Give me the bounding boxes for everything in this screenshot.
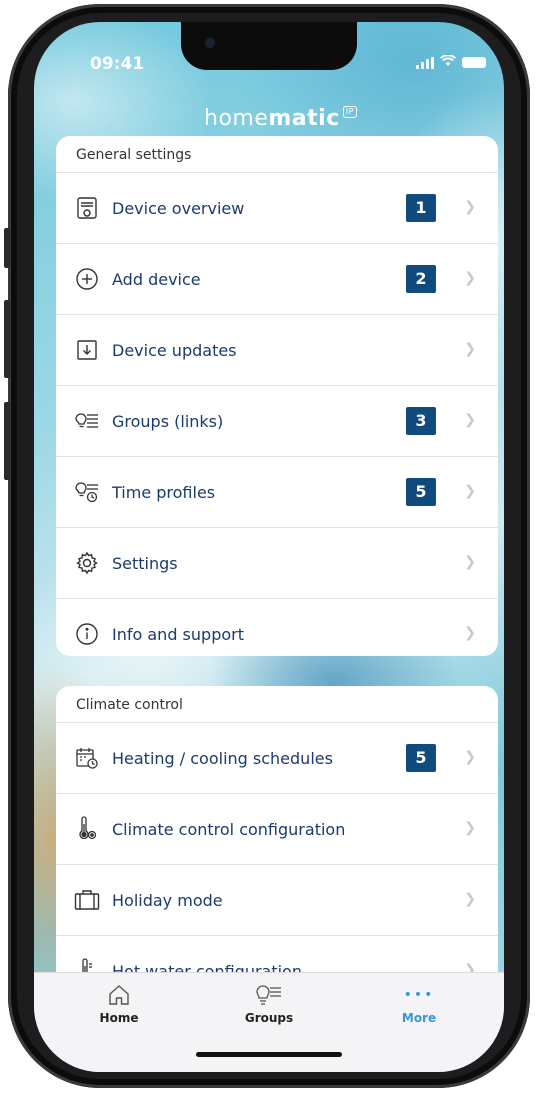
tab-label: Groups bbox=[244, 1011, 294, 1025]
notch bbox=[181, 22, 357, 70]
menu-item-label: Holiday mode bbox=[112, 890, 223, 910]
front-camera bbox=[205, 38, 215, 48]
tab-groups[interactable]: Groups bbox=[209, 981, 329, 1025]
more-dots-icon: ••• bbox=[403, 987, 435, 1003]
menu-item-label: Time profiles bbox=[112, 482, 216, 502]
chevron-right-icon: ❯ bbox=[464, 625, 476, 641]
bulb-list-icon bbox=[209, 981, 329, 1009]
download-box-icon bbox=[74, 337, 100, 363]
tab-more[interactable]: ••• More bbox=[359, 981, 479, 1025]
chevron-right-icon: ❯ bbox=[464, 554, 476, 570]
status-icons bbox=[416, 54, 486, 70]
volume-up-button bbox=[4, 300, 10, 378]
mute-switch bbox=[4, 228, 10, 268]
menu-item-label: Device updates bbox=[112, 340, 237, 360]
chevron-right-icon: ❯ bbox=[464, 341, 476, 357]
home-indicator bbox=[196, 1052, 342, 1057]
climate-control-card: Climate control Heating / cooling schedu… bbox=[56, 686, 498, 986]
homematic-logo: homematic IP bbox=[204, 106, 357, 131]
menu-item-label: Groups (links) bbox=[112, 411, 224, 431]
home-icon bbox=[59, 981, 179, 1009]
chevron-right-icon: ❯ bbox=[464, 270, 476, 286]
battery-icon bbox=[462, 57, 486, 68]
suitcase-icon bbox=[74, 887, 100, 913]
status-time: 09:41 bbox=[90, 54, 145, 74]
bulb-clock-icon bbox=[74, 479, 100, 505]
plus-circle-icon bbox=[74, 266, 100, 292]
tab-label: More bbox=[401, 1011, 437, 1025]
chevron-right-icon: ❯ bbox=[464, 820, 476, 836]
general-settings-title: General settings bbox=[76, 147, 192, 163]
menu-item-holiday-mode[interactable]: Holiday mode ❯ bbox=[56, 864, 498, 935]
menu-item-label: Add device bbox=[112, 269, 201, 289]
menu-item-device-overview[interactable]: Device overview 1 ❯ bbox=[56, 172, 498, 243]
chevron-right-icon: ❯ bbox=[464, 412, 476, 428]
menu-item-heating-cooling-schedules[interactable]: Heating / cooling schedules 5 ❯ bbox=[56, 722, 498, 793]
callout-badge: 5 bbox=[406, 478, 436, 506]
volume-down-button bbox=[4, 402, 10, 480]
callout-badge: 3 bbox=[406, 407, 436, 435]
chevron-right-icon: ❯ bbox=[464, 483, 476, 499]
menu-item-label: Settings bbox=[112, 553, 178, 573]
menu-item-climate-control-configuration[interactable]: Climate control configuration ❯ bbox=[56, 793, 498, 864]
signal-icon bbox=[416, 56, 434, 69]
climate-control-title: Climate control bbox=[76, 697, 183, 713]
chevron-right-icon: ❯ bbox=[464, 199, 476, 215]
general-settings-card: General settings Device overview 1 ❯ Add… bbox=[56, 136, 498, 656]
menu-item-time-profiles[interactable]: Time profiles 5 ❯ bbox=[56, 456, 498, 527]
tab-bar: Home Groups ••• More bbox=[34, 972, 504, 1072]
callout-badge: 2 bbox=[406, 265, 436, 293]
gear-icon bbox=[74, 550, 100, 576]
menu-item-info-support[interactable]: Info and support ❯ bbox=[56, 598, 498, 656]
callout-badge: 1 bbox=[406, 194, 436, 222]
wifi-icon bbox=[439, 54, 457, 70]
bulb-list-icon bbox=[74, 408, 100, 434]
menu-item-groups-links[interactable]: Groups (links) 3 ❯ bbox=[56, 385, 498, 456]
menu-item-add-device[interactable]: Add device 2 ❯ bbox=[56, 243, 498, 314]
menu-item-label: Climate control configuration bbox=[112, 819, 346, 839]
tab-label: Home bbox=[99, 1011, 139, 1025]
tab-home[interactable]: Home bbox=[59, 981, 179, 1025]
menu-item-label: Heating / cooling schedules bbox=[112, 748, 333, 768]
chevron-right-icon: ❯ bbox=[464, 749, 476, 765]
menu-item-label: Info and support bbox=[112, 624, 244, 644]
device-overview-icon bbox=[74, 195, 100, 221]
info-icon bbox=[74, 621, 100, 647]
thermometer-gear-icon bbox=[74, 816, 100, 842]
menu-item-settings[interactable]: Settings ❯ bbox=[56, 527, 498, 598]
screen: 09:41 homematic IP General settings Devic… bbox=[34, 22, 504, 1072]
callout-badge: 5 bbox=[406, 744, 436, 772]
menu-item-label: Device overview bbox=[112, 198, 245, 218]
chevron-right-icon: ❯ bbox=[464, 891, 476, 907]
menu-item-device-updates[interactable]: Device updates ❯ bbox=[56, 314, 498, 385]
calendar-clock-icon bbox=[74, 745, 100, 771]
